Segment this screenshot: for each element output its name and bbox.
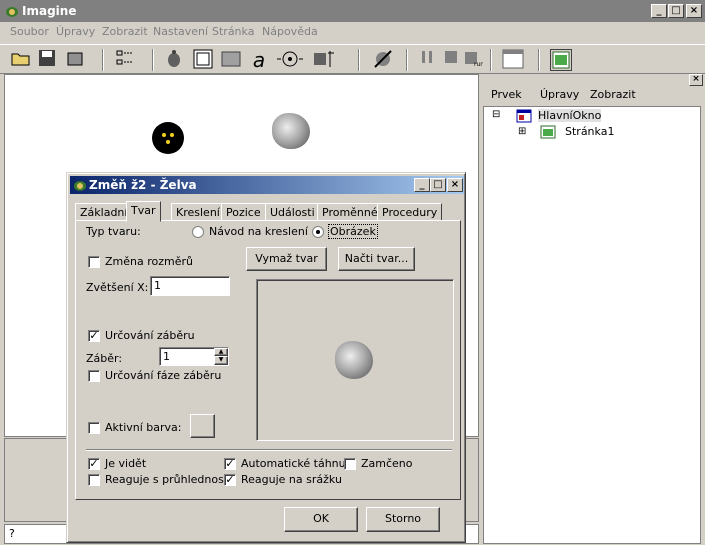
pause-icon[interactable] bbox=[416, 49, 438, 71]
turtle-face-sprite[interactable] bbox=[151, 121, 185, 155]
text-tool-icon[interactable]: a bbox=[248, 49, 270, 71]
stone-turtle-sprite[interactable] bbox=[272, 113, 310, 149]
settings-tool-icon[interactable] bbox=[372, 49, 394, 71]
dialog-titlebar: Změň ž2 - Želva _ □ × bbox=[70, 176, 464, 194]
main-window-icon bbox=[516, 109, 532, 123]
spinner-down-icon[interactable]: ▼ bbox=[214, 356, 228, 365]
urcovani-faze-label: Určování fáze záběru bbox=[105, 369, 222, 382]
radio-obrazek-label: Obrázek bbox=[328, 224, 378, 239]
tree-view-icon[interactable] bbox=[114, 49, 136, 71]
app-title: Imagine bbox=[22, 4, 77, 18]
aktivni-barva-label: Aktivní barva: bbox=[105, 421, 182, 434]
shape-preview-image bbox=[335, 341, 373, 379]
menu-nastaveni[interactable]: Nastavení bbox=[153, 25, 208, 38]
checkbox-reaguje-srazku[interactable]: ✓ bbox=[224, 474, 236, 486]
menu-upravy[interactable]: Úpravy bbox=[56, 25, 95, 38]
pane-tool-icon[interactable] bbox=[220, 49, 242, 71]
open-folder-icon[interactable] bbox=[10, 49, 32, 71]
panel-menu-prvek[interactable]: Prvek bbox=[491, 88, 522, 101]
zvetseni-label: Zvětšení X: bbox=[86, 281, 149, 294]
zamceno-label: Zamčeno bbox=[361, 457, 413, 470]
tab-kresleni[interactable]: Kreslení bbox=[171, 203, 225, 221]
menu-stranka[interactable]: Stránka bbox=[212, 25, 254, 38]
dialog-title: Změň ž2 - Želva bbox=[89, 178, 197, 192]
reaguje-pruhlednosti-label: Reaguje s průhledností bbox=[105, 473, 232, 486]
radio-navod[interactable] bbox=[192, 226, 204, 238]
toolbar: a run bbox=[0, 44, 705, 74]
je-videt-label: Je vidět bbox=[105, 457, 147, 470]
typ-tvaru-label: Typ tvaru: bbox=[86, 225, 141, 238]
vymaz-tvar-button[interactable]: Vymaž tvar bbox=[246, 247, 327, 271]
checkbox-zmena-rozmeru[interactable] bbox=[88, 256, 100, 268]
slider-tool-icon[interactable] bbox=[276, 49, 303, 71]
tree-expand-icon[interactable]: ⊞ bbox=[518, 127, 528, 137]
tree-item-hlavniokno[interactable]: HlavníOkno bbox=[538, 109, 602, 122]
tab-procedury[interactable]: Procedury bbox=[377, 203, 443, 221]
radio-navod-label: Návod na kreslení bbox=[209, 225, 308, 238]
tab-zakladni[interactable]: Základní bbox=[75, 203, 133, 221]
menu-napoveda[interactable]: Nápověda bbox=[262, 25, 318, 38]
checkbox-reaguje-pruhlednosti[interactable] bbox=[88, 474, 100, 486]
spinner-up-icon[interactable]: ▲ bbox=[214, 348, 228, 356]
checkbox-je-videt[interactable]: ✓ bbox=[88, 458, 100, 470]
checkbox-aktivni-barva[interactable] bbox=[88, 422, 100, 434]
checkbox-urcovani-zaberu[interactable]: ✓ bbox=[88, 330, 100, 342]
checkbox-automaticke-tahnuti[interactable]: ✓ bbox=[224, 458, 236, 470]
page-view-icon[interactable] bbox=[550, 49, 572, 71]
tab-promenne[interactable]: Proměnné bbox=[317, 203, 383, 221]
tab-tvar[interactable]: Tvar bbox=[126, 201, 161, 222]
automaticke-tahnuti-label: Automatické táhnutí bbox=[241, 457, 353, 470]
storno-button[interactable]: Storno bbox=[366, 507, 440, 532]
checkbox-zamceno[interactable] bbox=[344, 458, 356, 470]
tool-chooser-icon[interactable] bbox=[312, 49, 334, 71]
maximize-button[interactable]: □ bbox=[668, 4, 684, 18]
object-tree: ⊟ HlavníOkno ⊞ Stránka1 bbox=[483, 106, 701, 544]
urcovani-zaberu-label: Určování záběru bbox=[105, 329, 195, 342]
package-icon[interactable] bbox=[64, 49, 86, 71]
zaber-label: Záběr: bbox=[86, 352, 123, 365]
menu-soubor[interactable]: Soubor bbox=[10, 25, 49, 38]
close-button[interactable]: × bbox=[686, 4, 702, 18]
svg-text:run: run bbox=[474, 61, 483, 67]
tree-collapse-icon[interactable]: ⊟ bbox=[492, 110, 502, 120]
shape-preview bbox=[256, 279, 454, 441]
tab-pozice[interactable]: Pozice bbox=[221, 203, 266, 221]
zmena-rozmeru-label: Změna rozměrů bbox=[105, 255, 193, 268]
frame-tool-icon[interactable] bbox=[192, 49, 214, 71]
dialog-close-button[interactable]: × bbox=[447, 178, 463, 192]
tab-panel-tvar: Typ tvaru: Návod na kreslení Obrázek Změ… bbox=[75, 220, 461, 500]
zvetseni-input[interactable]: 1 bbox=[150, 276, 230, 296]
tab-udalosti[interactable]: Události bbox=[265, 203, 320, 221]
app-titlebar: Imagine _ □ × bbox=[0, 0, 705, 22]
app-turtle-icon bbox=[4, 3, 20, 19]
radio-obrazek[interactable] bbox=[312, 226, 324, 238]
panel-menu-zobrazit[interactable]: Zobrazit bbox=[590, 88, 636, 101]
page-icon bbox=[540, 125, 556, 139]
reaguje-srazku-label: Reaguje na srážku bbox=[241, 473, 342, 486]
menu-zobrazit[interactable]: Zobrazit bbox=[102, 25, 148, 38]
checkbox-urcovani-faze[interactable] bbox=[88, 370, 100, 382]
nacti-tvar-button[interactable]: Načti tvar... bbox=[338, 247, 415, 271]
ok-button[interactable]: OK bbox=[284, 507, 358, 532]
run-icon[interactable]: run bbox=[462, 49, 484, 71]
dialog-minimize-button[interactable]: _ bbox=[414, 178, 430, 192]
save-icon[interactable] bbox=[36, 49, 58, 71]
window-tool-icon[interactable] bbox=[502, 49, 524, 71]
panel-menu-upravy[interactable]: Úpravy bbox=[540, 88, 579, 101]
panel-close-button[interactable]: × bbox=[689, 74, 703, 86]
turtle-tool-icon[interactable] bbox=[163, 49, 185, 71]
aktivni-barva-swatch[interactable] bbox=[190, 414, 215, 438]
tree-item-stranka1[interactable]: Stránka1 bbox=[565, 125, 614, 138]
stop-icon[interactable] bbox=[440, 49, 462, 71]
change-turtle-dialog: Změň ž2 - Želva _ □ × Základní Tvar Kres… bbox=[66, 172, 466, 543]
dialog-turtle-icon bbox=[74, 181, 86, 191]
minimize-button[interactable]: _ bbox=[651, 4, 667, 18]
divider bbox=[86, 449, 452, 451]
dialog-maximize-button[interactable]: □ bbox=[430, 178, 446, 192]
menubar: Soubor Úpravy Zobrazit Nastavení Stránka… bbox=[0, 22, 705, 42]
